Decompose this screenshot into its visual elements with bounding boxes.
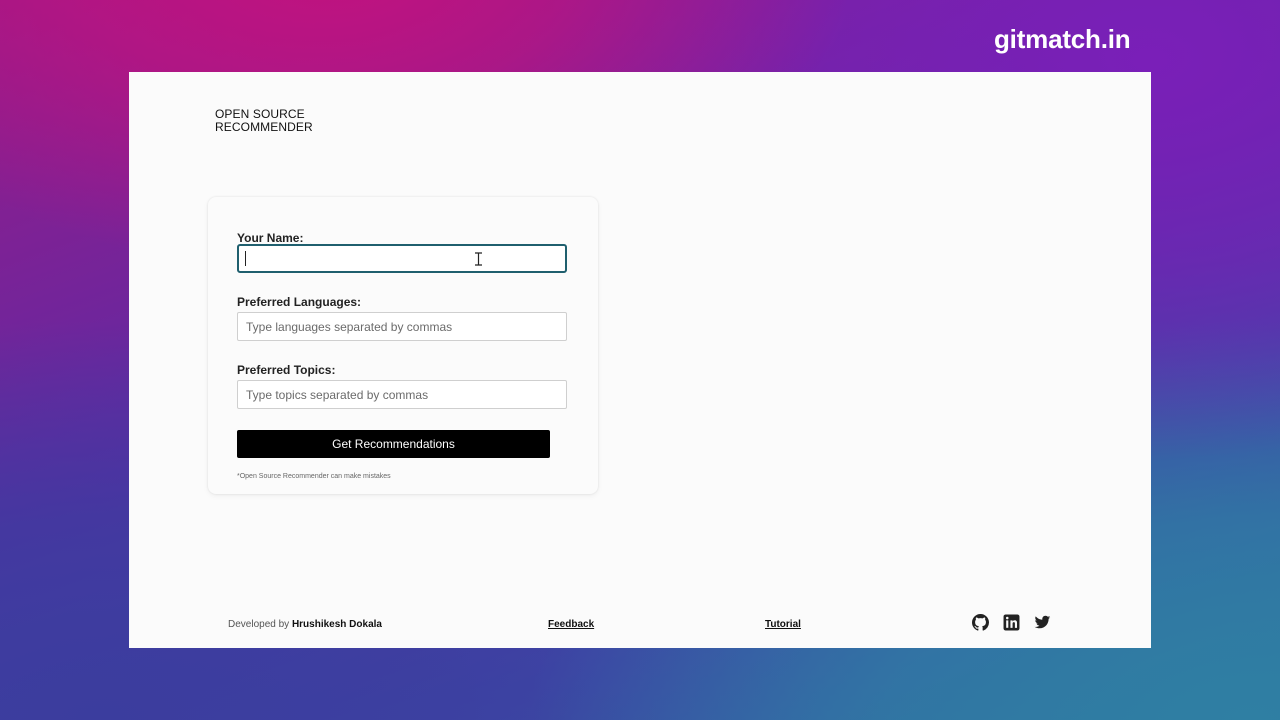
get-recommendations-button[interactable]: Get Recommendations <box>237 430 550 458</box>
topics-input[interactable] <box>237 380 567 409</box>
app-logo[interactable]: OPEN SOURCE RECOMMENDER <box>215 108 365 134</box>
topics-label: Preferred Topics: <box>237 363 336 377</box>
developer-credit: Developed by Hrushikesh Dokala <box>228 619 382 630</box>
github-icon[interactable] <box>972 614 989 631</box>
logo-line-2: RECOMMENDER <box>215 120 313 134</box>
recommendation-form: Your Name: Preferred Languages: Preferre… <box>208 197 598 494</box>
disclaimer-text: *Open Source Recommender can make mistak… <box>237 473 391 480</box>
text-cursor-icon <box>475 252 482 266</box>
languages-input[interactable] <box>237 312 567 341</box>
feedback-link[interactable]: Feedback <box>548 619 594 630</box>
name-input[interactable] <box>237 244 567 273</box>
brand-watermark: gitmatch.in <box>994 24 1131 54</box>
languages-label: Preferred Languages: <box>237 295 362 309</box>
tutorial-link[interactable]: Tutorial <box>765 619 801 630</box>
name-label: Your Name: <box>237 231 304 245</box>
credit-prefix: Developed by <box>228 619 292 630</box>
developer-name: Hrushikesh Dokala <box>291 619 382 630</box>
linkedin-icon[interactable] <box>1003 614 1020 631</box>
twitter-icon[interactable] <box>1034 614 1051 631</box>
app-window: OPEN SOURCE RECOMMENDER Your Name: Prefe… <box>129 72 1151 648</box>
text-caret <box>245 251 246 266</box>
